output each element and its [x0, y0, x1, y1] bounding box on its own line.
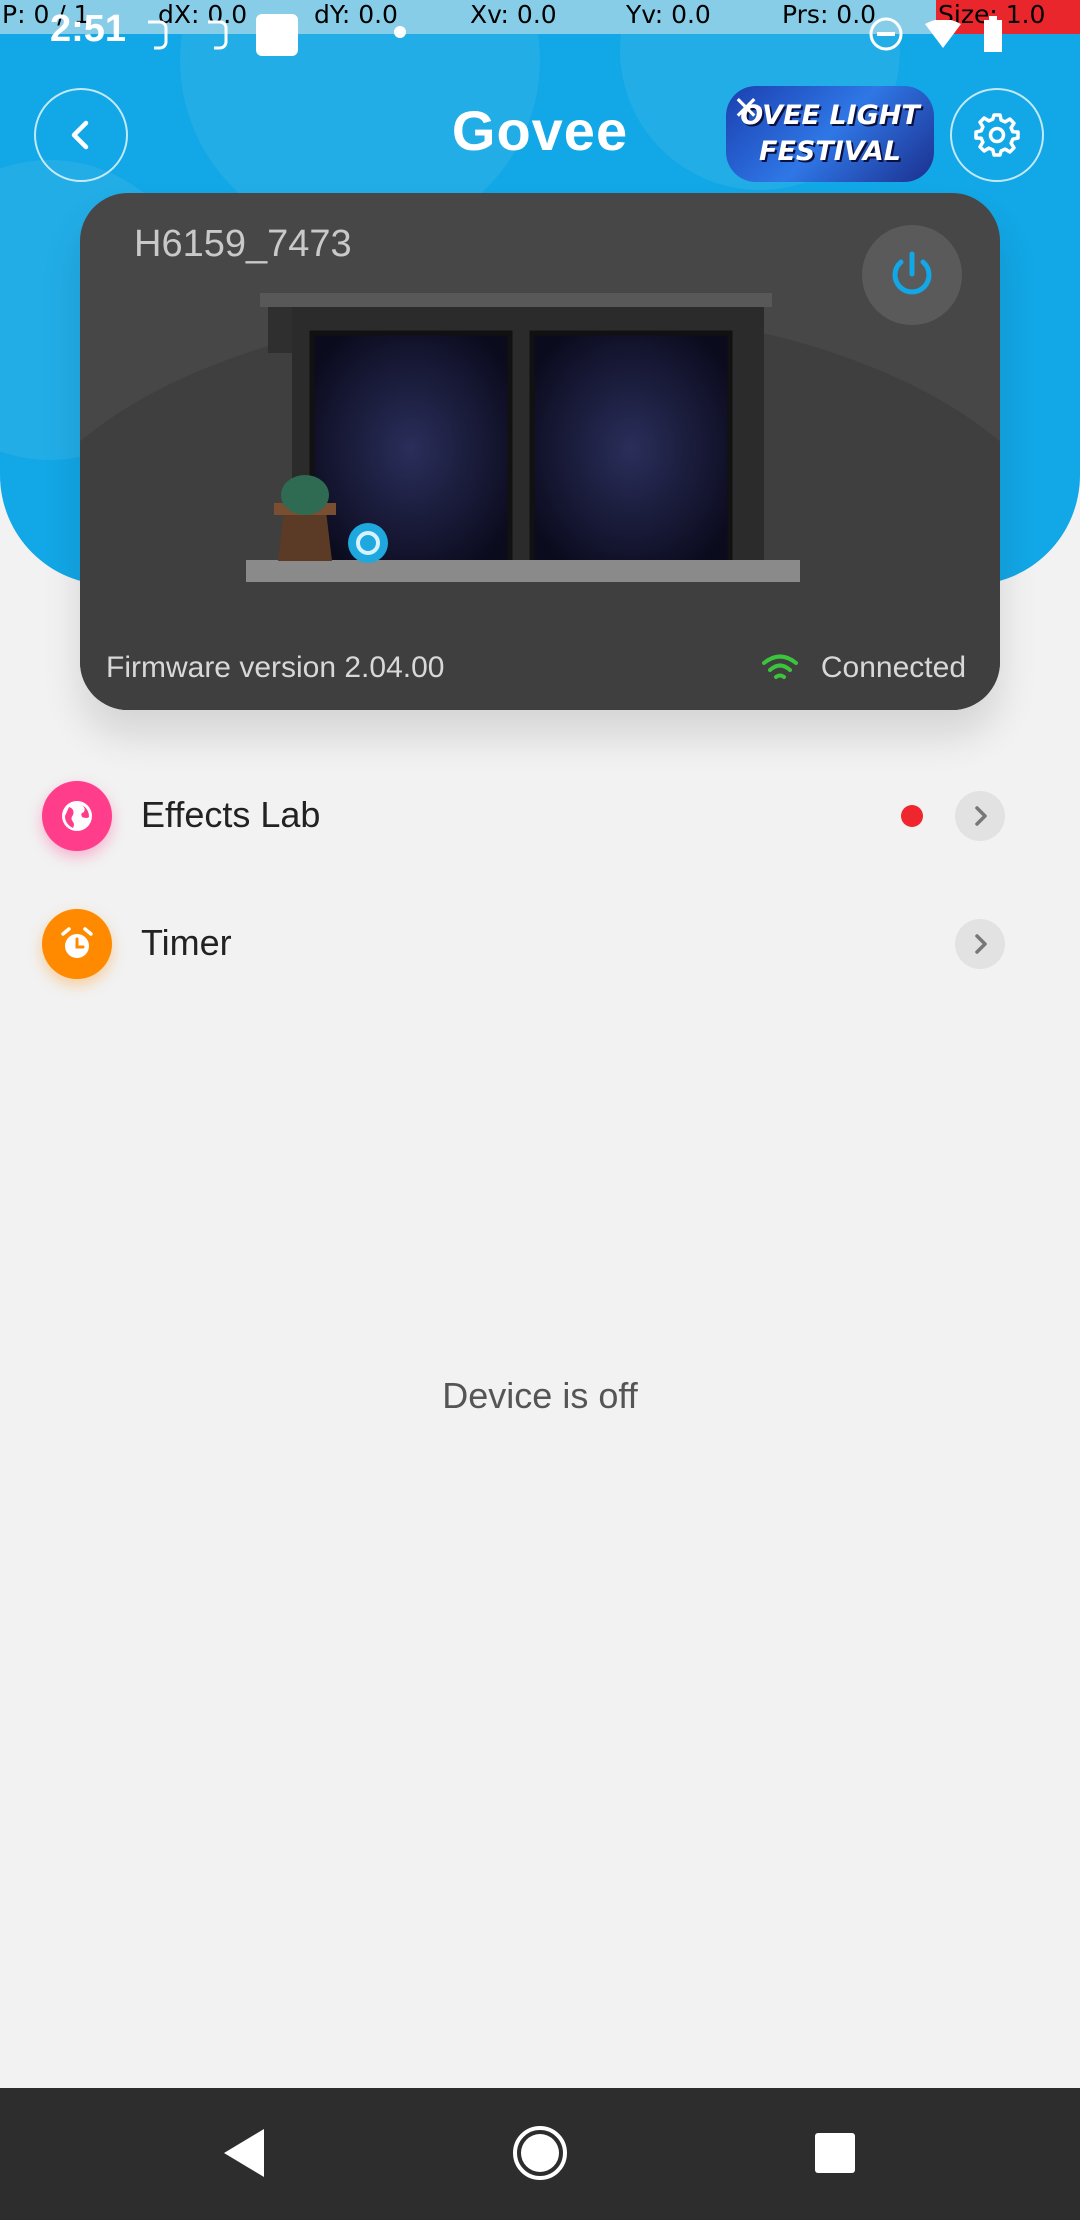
nav-back-button[interactable] — [210, 2118, 280, 2188]
nav-home-button[interactable] — [505, 2118, 575, 2188]
new-badge — [901, 805, 923, 827]
chevron-right-icon — [975, 806, 987, 826]
debug-xv: Xv: 0.0 — [470, 0, 557, 29]
globe-icon — [62, 801, 92, 831]
firmware-version: Firmware version 2.04.00 — [106, 651, 445, 684]
debug-dy: dY: 0.0 — [314, 0, 398, 29]
nav-recents-button[interactable] — [800, 2118, 870, 2188]
device-name: H6159_7473 — [134, 223, 352, 265]
device-card[interactable]: H6159_7473 Firmware version 2.04.00 Conn… — [80, 193, 1000, 710]
square-recents-icon — [815, 2133, 855, 2173]
settings-button[interactable] — [950, 88, 1044, 182]
menu-item-label: Effects Lab — [141, 794, 321, 835]
chevron-right-icon — [975, 934, 987, 954]
triangle-back-icon — [224, 2129, 264, 2177]
connection-label: Connected — [820, 651, 966, 684]
menu-item-effects-lab[interactable]: Effects Lab — [0, 761, 1080, 871]
window-light-illustration — [246, 293, 800, 582]
debug-yv: Yv: 0.0 — [626, 0, 711, 29]
alarm-clock-icon — [61, 927, 93, 958]
promo-line-2: FESTIVAL — [759, 136, 901, 167]
debug-pointer: P: 0 / 1 — [2, 0, 90, 29]
chevron-button[interactable] — [955, 919, 1005, 969]
gear-icon — [974, 113, 1020, 157]
system-navigation-bar — [0, 2088, 1080, 2220]
debug-prs: Prs: 0.0 — [782, 0, 877, 29]
timer-icon-circle — [42, 909, 112, 979]
circle-home-icon — [513, 2126, 567, 2180]
effects-lab-icon-circle — [42, 781, 112, 851]
promo-close-button[interactable]: ✕ — [726, 88, 766, 128]
debug-dx: dX: 0.0 — [158, 0, 248, 29]
device-off-message: Device is off — [442, 1375, 638, 1416]
power-icon — [892, 251, 932, 295]
promo-line-1: OVEE LIGHT — [740, 100, 920, 131]
debug-size: Size: 1.0 — [936, 0, 1080, 34]
chevron-button[interactable] — [955, 791, 1005, 841]
menu-item-label: Timer — [141, 922, 232, 963]
connection-status: Connected — [761, 651, 966, 685]
power-button[interactable] — [862, 225, 962, 325]
menu-item-timer[interactable]: Timer — [0, 889, 1080, 999]
wifi-icon — [761, 654, 798, 679]
pointer-debug-bar: P: 0 / 1 dX: 0.0 dY: 0.0 Xv: 0.0 Yv: 0.0… — [0, 0, 1080, 34]
